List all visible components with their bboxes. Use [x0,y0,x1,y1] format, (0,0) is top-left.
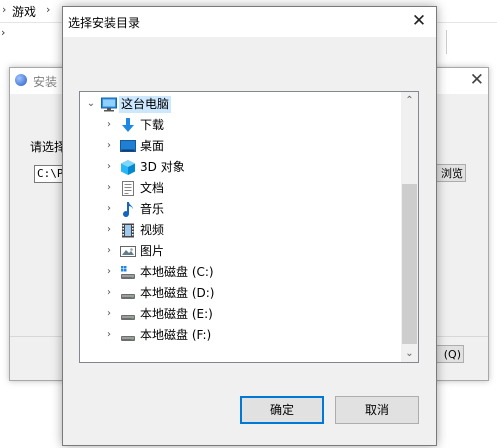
drive-icon [120,286,136,301]
select-folder-dialog: 选择安装目录 ✕ ⌄ 这台电脑 › 下载 › 桌面 › 3D 对象 › 文档 ›… [62,6,437,446]
tree-item-label: 图片 [140,244,165,258]
chevron-right-icon[interactable]: › [104,203,114,215]
tree-item-label: 下载 [140,118,165,132]
tree-item-downloads[interactable]: › 下载 [80,115,401,136]
installer-title: 安装 [33,75,58,89]
monitor-icon [101,97,117,112]
film-icon [120,223,136,238]
folder-tree[interactable]: ⌄ 这台电脑 › 下载 › 桌面 › 3D 对象 › 文档 › 音乐 › 视频 … [79,91,419,363]
chevron-right-icon: › [1,26,6,39]
app-icon [15,74,27,86]
chevron-right-icon[interactable]: › [104,287,114,299]
tree-item-label: 3D 对象 [140,160,185,174]
tree-item-label: 本地磁盘 (F:) [140,328,212,342]
install-path-label: 请选择 [30,140,67,154]
chevron-right-icon[interactable]: › [104,308,114,320]
chevron-up-icon[interactable]: ⌃ [401,92,418,109]
browse-button[interactable]: 浏览(B) [434,164,466,182]
chevron-down-icon[interactable]: ⌄ [86,98,96,110]
tree-item-label: 本地磁盘 (D:) [140,286,215,300]
chevron-right-icon[interactable]: › [104,161,114,173]
tree-item-label: 本地磁盘 (E:) [140,307,213,321]
scrollbar-thumb[interactable] [402,184,417,344]
tree-item-pictures[interactable]: › 图片 [80,241,401,262]
tree-item-drive-f[interactable]: › 本地磁盘 (F:) [80,325,401,346]
chevron-right-icon[interactable]: › [104,119,114,131]
system-drive-icon [120,265,136,280]
drive-icon [120,307,136,322]
ok-button[interactable]: 确定 [240,396,324,424]
breadcrumb-item-games[interactable]: 游戏 [12,3,36,20]
chevron-right-icon[interactable]: › [104,245,114,257]
tree-item-drive-e[interactable]: › 本地磁盘 (E:) [80,304,401,325]
chevron-right-icon[interactable]: › [104,329,114,341]
close-icon[interactable]: ✕ [470,70,484,90]
breadcrumb-separator: › [46,3,51,16]
chevron-right-icon[interactable]: › [104,266,114,278]
desktop-icon [120,139,136,154]
chevron-down-icon[interactable]: ⌄ [401,345,418,362]
vertical-scrollbar[interactable]: ⌃ ⌄ [401,92,418,362]
tree-item-label: 音乐 [140,202,165,216]
chevron-right-icon[interactable]: › [104,140,114,152]
tree-item-this-pc[interactable]: ⌄ 这台电脑 [80,94,401,115]
tree-item-drive-c[interactable]: › 本地磁盘 (C:) [80,262,401,283]
music-note-icon [120,202,136,218]
breadcrumb-separator: › [2,3,7,16]
tree-item-music[interactable]: › 音乐 [80,199,401,220]
tree-item-3d-objects[interactable]: › 3D 对象 [80,157,401,178]
tree-item-documents[interactable]: › 文档 [80,178,401,199]
tree-item-videos[interactable]: › 视频 [80,220,401,241]
dialog-title: 选择安装目录 [68,16,141,30]
tree-item-label: 本地磁盘 (C:) [140,265,214,279]
drive-icon [120,328,136,343]
chevron-right-icon[interactable]: › [104,182,114,194]
3d-cube-icon [120,160,136,175]
tree-item-label: 这台电脑 [119,96,172,113]
chevron-right-icon[interactable]: › [104,224,114,236]
tree-item-label: 视频 [140,223,165,237]
tree-item-desktop[interactable]: › 桌面 [80,136,401,157]
document-icon [120,181,136,196]
tree-item-drive-d[interactable]: › 本地磁盘 (D:) [80,283,401,304]
tree-item-label: 文档 [140,181,165,195]
close-icon[interactable]: ✕ [404,7,434,35]
divider [436,30,447,54]
download-arrow-icon [120,118,136,133]
picture-icon [120,244,136,259]
quit-button[interactable]: (Q) [434,345,464,363]
dialog-titlebar: 选择安装目录 ✕ [63,7,436,37]
cancel-button[interactable]: 取消 [335,396,419,424]
tree-item-label: 桌面 [140,139,165,153]
